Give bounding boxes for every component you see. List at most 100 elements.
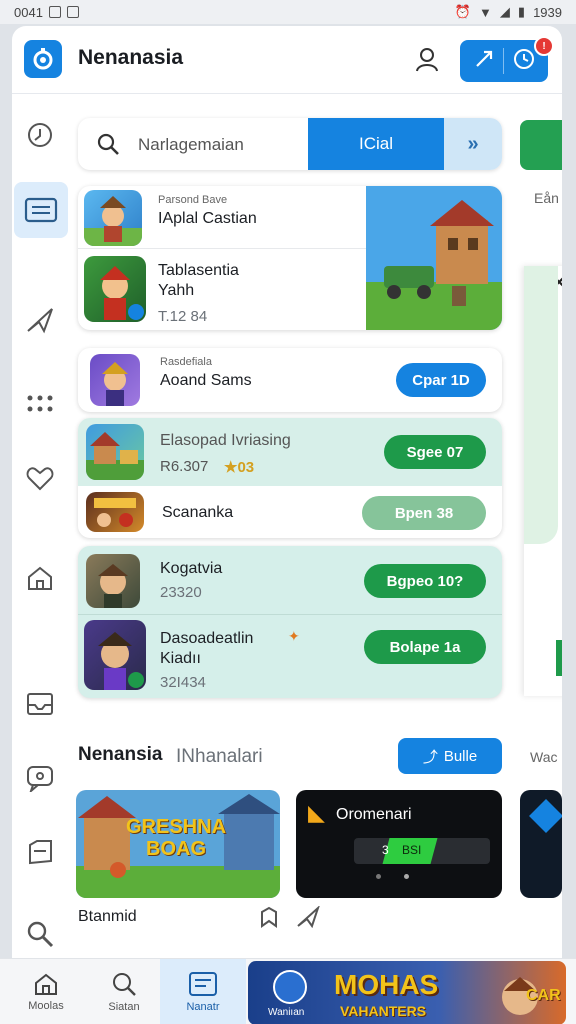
section-button[interactable]: ⤴ Bulle (398, 738, 502, 774)
open-button[interactable]: Bgpeo 10? (364, 564, 486, 598)
bottom-nav: Moolas Siatan Nanatr Waniıan MOHAS VAHAN… (0, 958, 576, 1024)
featured-bottom-meta: T.12 84 (158, 308, 208, 325)
grid-icon[interactable] (20, 384, 60, 424)
banner-tile[interactable]: GRESHNA BOAG (76, 790, 280, 898)
game-icon (86, 492, 144, 532)
banner-title-line1: GRESHNA (126, 816, 227, 838)
search-input[interactable]: Narlagemaian (138, 135, 244, 155)
list-group: Elasopad Ivriasing R6.307 ★03 Sgee 07 Sc… (78, 418, 502, 538)
signal-icon: ◢ (499, 4, 510, 19)
section-peek-label: Wac (530, 749, 558, 765)
chevron-right-icon[interactable]: » (444, 118, 502, 170)
game-icon (86, 424, 144, 480)
carousel-dot[interactable] (376, 874, 381, 879)
featured-banner-image[interactable] (366, 186, 502, 330)
featured-card[interactable]: Parsond Bave IAplal Castian Tablasentia … (78, 186, 502, 330)
bottom-promo-banner[interactable]: Waniıan MOHAS VAHANTERS CAR (248, 961, 566, 1024)
home-icon (35, 973, 57, 995)
peek-label: Eån (534, 190, 559, 206)
search-icon[interactable] (20, 914, 60, 954)
share-icon[interactable] (472, 47, 496, 76)
notification-badge[interactable]: ! (534, 36, 554, 56)
list-item[interactable]: Rasdefiala Aoand Sams Cpar 1D (78, 348, 502, 412)
row-title: Aoand Sams (160, 372, 252, 389)
game-icon (84, 256, 146, 322)
nav-search[interactable]: Siatan (86, 959, 162, 1024)
search-button[interactable]: ICial (308, 118, 444, 170)
row-title: Elasopad Ivriasing (160, 432, 291, 449)
tile-caption: Btanmid (78, 908, 137, 925)
open-button[interactable]: Sgee 07 (384, 435, 486, 469)
featured-top-title: IAplal Castian (158, 210, 257, 227)
peek-tile[interactable] (520, 790, 562, 898)
app-title: Nenanasia (78, 46, 184, 69)
nav-news[interactable]: Nanatr (160, 959, 246, 1024)
section-subtitle: INhanalari (176, 746, 263, 767)
home-icon[interactable] (20, 558, 60, 598)
send-icon[interactable] (296, 904, 321, 933)
chat-icon[interactable] (20, 758, 60, 798)
search-bar: Narlagemaian ICial » (78, 118, 502, 170)
send-icon[interactable] (20, 300, 60, 340)
peek-green-button[interactable] (520, 120, 562, 170)
status-clock: 1939 (533, 4, 562, 20)
user-icon[interactable] (412, 44, 442, 74)
row-divider (78, 614, 502, 615)
heart-icon[interactable] (20, 458, 60, 498)
clock-icon[interactable] (512, 47, 536, 76)
featured-bottom-title: Tablasentia (158, 262, 239, 279)
nav-label: Siatan (108, 1001, 140, 1013)
promo-tile[interactable]: ◣ Oromenari 3 BSI (296, 790, 502, 898)
notification-icon (48, 6, 61, 18)
featured-divider (78, 248, 368, 249)
list-group: Kogatvia 23320 Bgpeo 10? Dasoadeatlin Ki… (78, 546, 502, 698)
news-icon (189, 972, 217, 996)
folder-icon[interactable] (20, 832, 60, 872)
game-icon (84, 190, 142, 246)
header-divider (503, 48, 505, 74)
game-icon (84, 620, 146, 690)
game-icon (86, 554, 140, 608)
alarm-icon: ⏰ (454, 4, 472, 19)
open-button[interactable]: Bpen 38 (362, 496, 486, 530)
game-icon (90, 354, 140, 406)
nav-label: Moolas (28, 1000, 64, 1012)
status-bar: 0041 ⏰ ▼ ◢ ▮ 1939 (0, 0, 576, 24)
inbox-icon[interactable] (20, 684, 60, 724)
row-title: Kogatvia (160, 560, 223, 577)
sparkle-icon: ✦ (288, 628, 300, 644)
banner-title-line2: BOAG (146, 838, 206, 860)
open-button[interactable]: Bolape 1a (364, 630, 486, 664)
progress-value: BSI (402, 843, 422, 857)
app-logo-icon[interactable] (24, 40, 62, 78)
status-time: 0041 (14, 4, 43, 20)
list-icon[interactable] (14, 182, 68, 238)
flag-icon: ◣ (308, 800, 325, 825)
progress-bar: 3 BSI (354, 838, 490, 864)
bookmark-icon[interactable] (258, 906, 280, 933)
pin-icon[interactable] (20, 116, 60, 156)
nav-home[interactable]: Moolas (8, 959, 84, 1024)
rating-star-icon: ★03 (224, 459, 255, 476)
row-title: Scananka (162, 504, 234, 521)
featured-top-subtitle: Parsond Bave (158, 194, 228, 206)
banner-peek-text: CAR (526, 987, 561, 1004)
search-magnifier-icon (96, 132, 120, 161)
nav-label: Nanatr (186, 1001, 220, 1013)
overlay-green-button[interactable] (556, 640, 562, 676)
side-rail (12, 94, 70, 964)
row-meta: R6.307 (160, 458, 209, 475)
row-title: Dasoadeatlin (160, 630, 254, 647)
banner-title: MOHAS (334, 969, 439, 1000)
section-button-label: Bulle (443, 747, 478, 765)
banner-label: Waniıan (268, 1007, 305, 1018)
app-header: Nenanasia ! (12, 26, 562, 94)
featured-bottom-title-line2: Yahh (158, 282, 195, 299)
side-overlay-panel: ✕ (524, 266, 562, 696)
open-button[interactable]: Cpar 1D (396, 363, 486, 397)
app-window: Nenanasia ! Narlagemaian ICial » Eån Par… (12, 26, 562, 1024)
row-meta: 23320 (160, 584, 202, 601)
share-icon: ⤴ (422, 748, 438, 766)
battery-icon: ▮ (517, 4, 526, 19)
carousel-dot[interactable] (404, 874, 409, 879)
